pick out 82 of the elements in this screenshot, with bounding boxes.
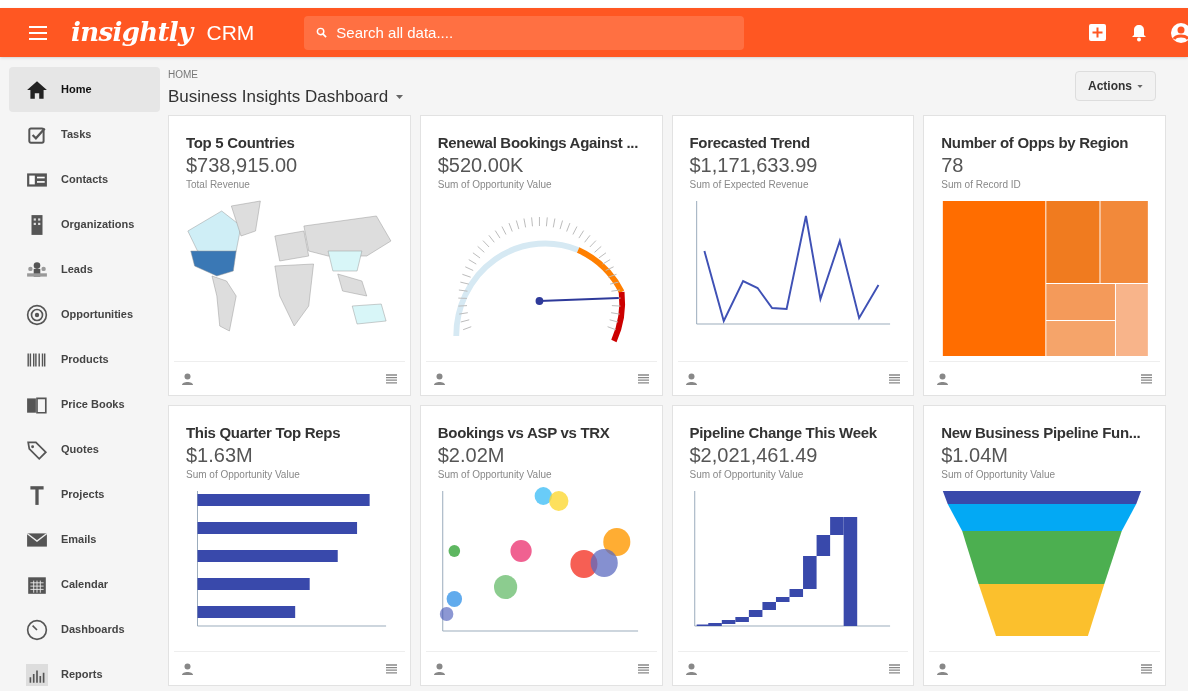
notifications-icon[interactable] bbox=[1131, 23, 1147, 42]
bubble bbox=[493, 575, 517, 599]
card-subtitle: Sum of Expected Revenue bbox=[689, 178, 810, 192]
actions-button[interactable]: Actions bbox=[1075, 71, 1156, 101]
card-value: $738,915.00 bbox=[186, 153, 299, 178]
sidebar-item[interactable]: Leads bbox=[9, 247, 160, 292]
treemap-tile bbox=[1116, 284, 1149, 356]
owner-icon[interactable] bbox=[433, 372, 445, 385]
logo: insightly bbox=[71, 16, 193, 49]
list-icon[interactable] bbox=[1141, 663, 1152, 674]
card-title[interactable]: Forecasted Trend bbox=[689, 134, 897, 152]
sidebar-item[interactable]: Calendar bbox=[9, 562, 160, 607]
sidebar-item[interactable]: Reports bbox=[9, 652, 160, 691]
owner-icon[interactable] bbox=[685, 372, 697, 385]
list-icon[interactable] bbox=[637, 373, 649, 384]
speedometer-icon bbox=[26, 618, 48, 641]
card-value: $1.63M bbox=[186, 443, 254, 468]
caret-icon bbox=[1137, 84, 1143, 88]
owner-icon[interactable] bbox=[433, 662, 445, 675]
card-value: $2.02M bbox=[437, 443, 506, 468]
breadcrumb[interactable]: HOME bbox=[168, 69, 404, 81]
sidebar-item[interactable]: Projects bbox=[9, 472, 160, 517]
caret-icon bbox=[396, 94, 404, 99]
user-avatar-icon[interactable] bbox=[1170, 21, 1188, 44]
treemap-tile bbox=[1046, 321, 1116, 356]
owner-icon[interactable] bbox=[182, 372, 193, 385]
list-icon[interactable] bbox=[889, 373, 901, 384]
card-title[interactable]: Pipeline Change This Week bbox=[689, 424, 897, 442]
card-value: $1,171,633.99 bbox=[689, 153, 819, 178]
sidebar-item[interactable]: Tasks bbox=[9, 112, 160, 157]
sidebar-item[interactable]: Home bbox=[9, 67, 160, 112]
card-subtitle: Sum of Record ID bbox=[941, 178, 1022, 192]
card-title[interactable]: New Business Pipeline Fun... bbox=[941, 424, 1148, 442]
sidebar-item[interactable]: Organizations bbox=[9, 202, 160, 247]
bubble bbox=[446, 591, 462, 607]
card-value: $1.04M bbox=[941, 443, 1009, 468]
bubble bbox=[548, 491, 569, 511]
add-icon[interactable] bbox=[1089, 24, 1106, 41]
sidebar-item[interactable]: Contacts bbox=[9, 157, 160, 202]
bubble bbox=[534, 487, 552, 505]
card-value: $520.00K bbox=[437, 153, 525, 178]
sidebar-item[interactable]: Emails bbox=[9, 517, 160, 562]
owner-icon[interactable] bbox=[182, 662, 193, 675]
card-title[interactable]: This Quarter Top Reps bbox=[186, 424, 393, 442]
search-icon bbox=[316, 26, 328, 38]
bubble bbox=[510, 540, 532, 562]
bar-chart-icon bbox=[26, 663, 48, 686]
sidebar-item[interactable]: Dashboards bbox=[9, 607, 160, 652]
list-icon[interactable] bbox=[385, 663, 397, 674]
sidebar-item[interactable]: Opportunities bbox=[9, 292, 160, 337]
bubble bbox=[590, 549, 618, 577]
card-subtitle: Total Revenue bbox=[186, 178, 251, 192]
card-subtitle: Sum of Opportunity Value bbox=[689, 468, 805, 482]
sidebar-item[interactable]: Quotes bbox=[9, 427, 160, 472]
card-value: $2,021,461.49 bbox=[689, 443, 819, 468]
tag-icon bbox=[26, 438, 48, 461]
owner-icon[interactable] bbox=[937, 662, 949, 675]
list-icon[interactable] bbox=[1141, 373, 1152, 384]
list-icon[interactable] bbox=[889, 663, 901, 674]
target-icon bbox=[26, 303, 48, 326]
menu-icon[interactable] bbox=[29, 25, 47, 40]
list-icon[interactable] bbox=[385, 373, 397, 384]
card-title[interactable]: Renewal Bookings Against ... bbox=[437, 134, 645, 152]
treemap-tile bbox=[1046, 284, 1116, 320]
sidebar-item[interactable]: Price Books bbox=[9, 382, 160, 427]
waterfall-bar bbox=[829, 517, 844, 535]
list-icon[interactable] bbox=[637, 663, 649, 674]
card-title[interactable]: Top 5 Countries bbox=[186, 134, 393, 152]
card-subtitle: Sum of Opportunity Value bbox=[437, 468, 553, 482]
bubble bbox=[439, 607, 454, 621]
card-subtitle: Sum of Opportunity Value bbox=[437, 178, 553, 192]
owner-icon[interactable] bbox=[685, 662, 697, 675]
bubble bbox=[603, 528, 631, 556]
card-subtitle: Sum of Opportunity Value bbox=[186, 468, 301, 482]
owner-icon[interactable] bbox=[937, 372, 949, 385]
card-value: 78 bbox=[941, 153, 965, 178]
card-title[interactable]: Number of Opps by Region bbox=[941, 134, 1148, 152]
bubble bbox=[448, 545, 460, 557]
sidebar-item[interactable]: Products bbox=[9, 337, 160, 382]
card-title[interactable]: Bookings vs ASP vs TRX bbox=[437, 424, 645, 442]
product-name: CRM bbox=[206, 19, 255, 46]
card-subtitle: Sum of Opportunity Value bbox=[941, 468, 1056, 482]
